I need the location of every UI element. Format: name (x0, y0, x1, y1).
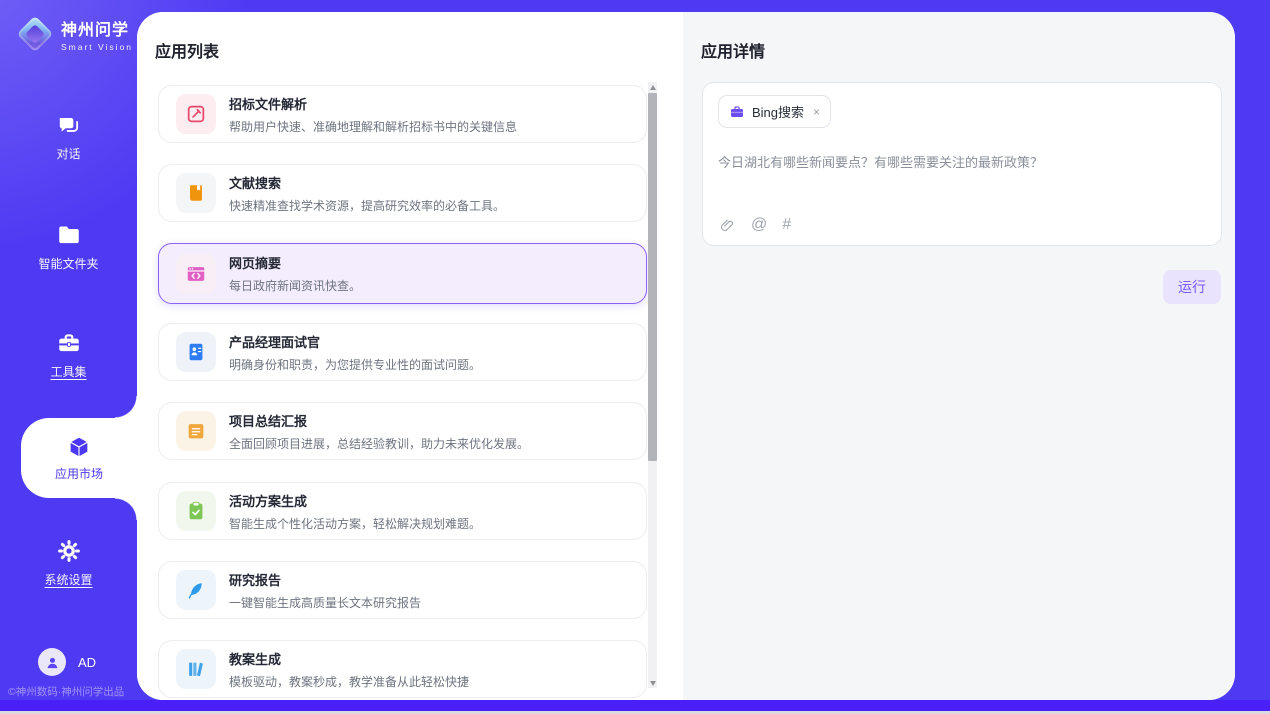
app-desc: 一键智能生成高质量长文本研究报告 (229, 594, 421, 611)
briefcase-icon (729, 104, 745, 120)
brand-name: 神州问学 (61, 16, 133, 40)
app-list-panel: 应用列表 招标文件解析 帮助用户快速、准确地理解和解析招标书中的关键信息 (137, 12, 683, 700)
list-item-web-summary[interactable]: 网页摘要 每日政府新闻资讯快查。 (158, 243, 647, 304)
app-desc: 全面回顾项目进展，总结经验教训，助力未来优化发展。 (229, 435, 529, 452)
app-title: 活动方案生成 (229, 491, 481, 510)
app-list-title: 应用列表 (155, 38, 219, 62)
app-detail-panel: 应用详情 Bing搜索 × 今日湖北有哪些新闻要点？有哪些需要关注的最新政策？ … (683, 12, 1235, 700)
sidebar-item-label: 智能文件夹 (38, 255, 98, 272)
brand-tagline: Smart Vision (61, 42, 133, 52)
sidebar-item-smart-folder[interactable]: 智能文件夹 (0, 222, 137, 272)
quill-icon (176, 570, 216, 610)
memo-icon (176, 411, 216, 451)
gear-icon (56, 538, 82, 564)
app-desc: 每日政府新闻资讯快查。 (229, 277, 361, 294)
app-title: 文献搜索 (229, 173, 505, 192)
paperclip-icon[interactable] (719, 217, 736, 234)
list-item-research-report[interactable]: 研究报告 一键智能生成高质量长文本研究报告 (158, 561, 647, 619)
app-desc: 智能生成个性化活动方案，轻松解决规划难题。 (229, 515, 481, 532)
brand-logo: 神州问学 Smart Vision (18, 16, 133, 52)
app-title: 研究报告 (229, 570, 421, 589)
run-button[interactable]: 运行 (1163, 270, 1221, 304)
app-desc: 帮助用户快速、准确地理解和解析招标书中的关键信息 (229, 118, 517, 135)
list-item-pm-interviewer[interactable]: 产品经理面试官 明确身份和职责，为您提供专业性的面试问题。 (158, 323, 647, 381)
pen-square-icon (176, 94, 216, 134)
sidebar-item-label: 对话 (56, 145, 80, 162)
clipboard-check-icon (176, 491, 216, 531)
scroll-up-button[interactable] (648, 82, 657, 92)
bottom-accent-bar (0, 700, 1270, 711)
sidebar-item-label: 工具集 (50, 363, 86, 380)
query-text[interactable]: 今日湖北有哪些新闻要点？有哪些需要关注的最新政策？ (718, 153, 1206, 173)
user-account[interactable]: AD (38, 648, 96, 676)
hash-icon[interactable]: # (782, 216, 791, 234)
content-area: 应用列表 招标文件解析 帮助用户快速、准确地理解和解析招标书中的关键信息 (137, 12, 1235, 700)
scroll-down-button[interactable] (648, 678, 657, 688)
arrow-up-icon (650, 85, 656, 90)
toolbox-icon (56, 330, 82, 356)
tool-chip-bing-search[interactable]: Bing搜索 × (718, 95, 831, 128)
sidebar-item-chat[interactable]: 对话 (0, 112, 137, 162)
sidebar-item-label: 系统设置 (44, 571, 92, 588)
app-title: 教案生成 (229, 649, 469, 668)
close-icon[interactable]: × (813, 105, 820, 119)
interviewer-icon (176, 332, 216, 372)
app-desc: 模板驱动，教案秒成，教学准备从此轻松快捷 (229, 673, 469, 690)
avatar (38, 648, 66, 676)
scrollbar[interactable] (648, 82, 657, 688)
list-item-event-plan[interactable]: 活动方案生成 智能生成个性化活动方案，轻松解决规划难题。 (158, 482, 647, 540)
books-icon (176, 649, 216, 689)
book-icon (176, 173, 216, 213)
cube-icon (66, 434, 92, 460)
app-title: 产品经理面试官 (229, 332, 481, 351)
app-title: 网页摘要 (229, 253, 361, 272)
person-icon (44, 654, 61, 671)
app-desc: 快速精准查找学术资源，提高研究效率的必备工具。 (229, 197, 505, 214)
sidebar-item-label: 应用市场 (55, 465, 103, 482)
at-icon[interactable]: @ (751, 216, 767, 234)
diamond-logo-icon (18, 17, 52, 51)
app-title: 项目总结汇报 (229, 411, 529, 430)
copyright-footer: ©神州数码·神州问学出品 (8, 684, 124, 699)
sidebar-item-settings[interactable]: 系统设置 (0, 538, 137, 588)
list-item-bid-parse[interactable]: 招标文件解析 帮助用户快速、准确地理解和解析招标书中的关键信息 (158, 85, 647, 143)
browser-code-icon (176, 254, 216, 294)
app-detail-title: 应用详情 (701, 38, 765, 62)
folder-icon (56, 222, 82, 248)
app-desc: 明确身份和职责，为您提供专业性的面试问题。 (229, 356, 481, 373)
arrow-down-icon (650, 681, 656, 686)
chat-icon (56, 112, 82, 138)
list-item-lesson-plan[interactable]: 教案生成 模板驱动，教案秒成，教学准备从此轻松快捷 (158, 640, 647, 698)
query-card[interactable]: Bing搜索 × 今日湖北有哪些新闻要点？有哪些需要关注的最新政策？ @ # (702, 82, 1222, 246)
attachment-toolbar: @ # (719, 216, 791, 234)
scrollbar-thumb[interactable] (648, 93, 657, 461)
app-title: 招标文件解析 (229, 94, 517, 113)
list-item-literature-search[interactable]: 文献搜索 快速精准查找学术资源，提高研究效率的必备工具。 (158, 164, 647, 222)
list-item-project-summary[interactable]: 项目总结汇报 全面回顾项目进展，总结经验教训，助力未来优化发展。 (158, 402, 647, 460)
tool-chip-label: Bing搜索 (752, 102, 804, 121)
sidebar: 神州问学 Smart Vision 对话 智能文件夹 工具集 (0, 0, 137, 700)
sidebar-item-toolset[interactable]: 工具集 (0, 330, 137, 380)
user-name: AD (78, 655, 96, 670)
sidebar-item-app-market[interactable]: 应用市场 (21, 418, 137, 498)
